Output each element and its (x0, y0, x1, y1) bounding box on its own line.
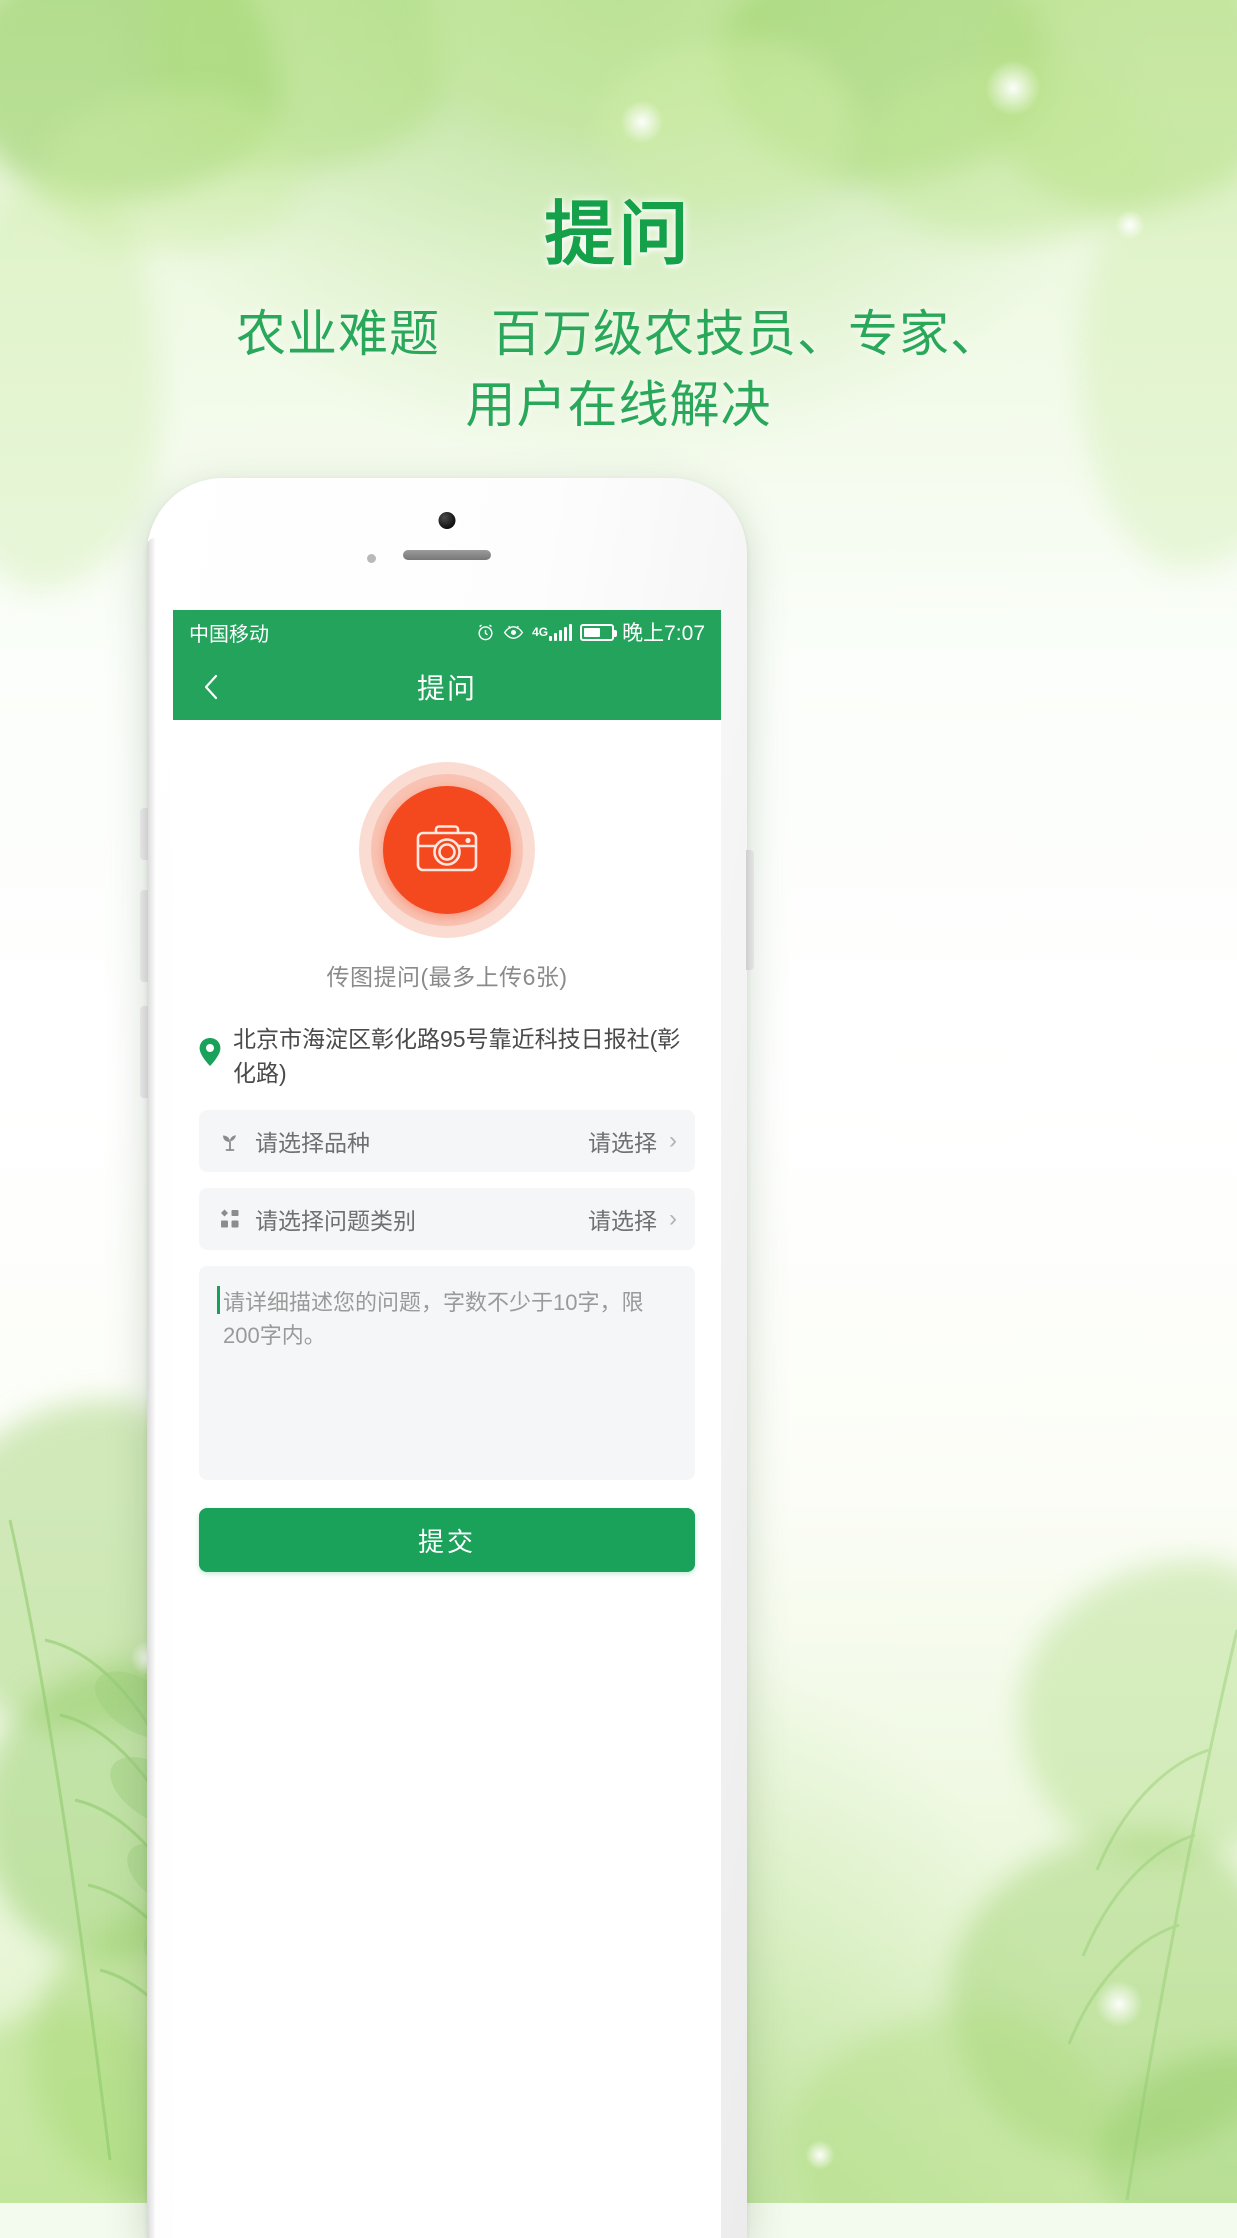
hero-subtitle: 农业难题 百万级农技员、专家、 用户在线解决 (0, 299, 1237, 441)
sprout-icon (217, 1129, 243, 1153)
carrier-label: 中国移动 (189, 623, 269, 646)
eye-care-icon (503, 623, 524, 642)
hero-section: 提问 农业难题 百万级农技员、专家、 用户在线解决 (0, 196, 1237, 441)
phone-screen: 中国移动 4G 晚上7:07 提问 传图提问(最多上传6张) 北京市海淀区彰化路… (173, 610, 721, 2238)
sparkle (1095, 1980, 1143, 2028)
phone-volume-up-button (140, 890, 148, 982)
select-variety-row[interactable]: 请选择品种 请选择 › (199, 1110, 695, 1172)
location-text: 北京市海淀区彰化路95号靠近科技日报社(彰化路) (233, 1026, 681, 1086)
front-camera-icon (438, 512, 456, 529)
upload-photo-label: 传图提问(最多上传6张) (326, 964, 568, 990)
upload-photo-button[interactable] (359, 762, 535, 938)
description-placeholder: 请详细描述您的问题，字数不少于10字，限200字内。 (223, 1290, 644, 1348)
nav-title: 提问 (416, 673, 477, 704)
leaf-vein-graphic (1067, 1629, 1237, 2201)
signal-bars-icon: 4G (532, 623, 573, 641)
sparkle (805, 2140, 835, 2170)
select-variety-label: 请选择品种 (255, 1130, 370, 1156)
select-category-value: 请选择 (588, 1208, 657, 1234)
phone-power-button (746, 850, 754, 970)
screen-content: 传图提问(最多上传6张) 北京市海淀区彰化路95号靠近科技日报社(彰化路) 请选… (173, 720, 721, 2238)
earpiece-speaker (403, 550, 491, 560)
sparkle (985, 60, 1041, 116)
phone-mockup: 中国移动 4G 晚上7:07 提问 传图提问(最多上传6张) 北京市海淀区彰化路… (140, 478, 754, 2238)
photo-upload-section: 传图提问(最多上传6张) (173, 720, 721, 992)
nav-bar: 提问 (173, 654, 721, 720)
proximity-sensor-icon (367, 554, 376, 563)
select-variety-value: 请选择 (588, 1130, 657, 1156)
status-bar-time: 晚上7:07 (622, 622, 705, 645)
camera-icon (416, 823, 478, 878)
chevron-left-icon[interactable] (191, 667, 231, 707)
hero-subtitle-line-2: 用户在线解决 (465, 377, 772, 433)
chevron-right-icon: › (669, 1127, 677, 1154)
select-category-label: 请选择问题类别 (255, 1208, 416, 1234)
chevron-right-icon: › (669, 1205, 677, 1232)
battery-icon (580, 623, 618, 641)
status-bar: 中国移动 4G 晚上7:07 (173, 610, 721, 654)
map-pin-icon (199, 1037, 221, 1071)
text-cursor (217, 1286, 220, 1314)
phone-mute-switch (140, 808, 148, 860)
sparkle (620, 100, 664, 144)
alarm-clock-icon (476, 623, 495, 642)
description-input[interactable]: 请详细描述您的问题，字数不少于10字，限200字内。 (199, 1266, 695, 1480)
submit-button[interactable]: 提交 (199, 1508, 695, 1572)
submit-button-label: 提交 (417, 1526, 476, 1557)
grid-category-icon (217, 1208, 243, 1230)
network-type-label: 4G (532, 625, 549, 639)
phone-volume-down-button (140, 1006, 148, 1098)
location-row[interactable]: 北京市海淀区彰化路95号靠近科技日报社(彰化路) (173, 992, 721, 1110)
page-title: 提问 (544, 195, 693, 273)
status-bar-indicators: 4G 晚上7:07 (476, 617, 705, 647)
hero-subtitle-line-1: 农业难题 百万级农技员、专家、 (236, 306, 1001, 362)
select-category-row[interactable]: 请选择问题类别 请选择 › (199, 1188, 695, 1250)
